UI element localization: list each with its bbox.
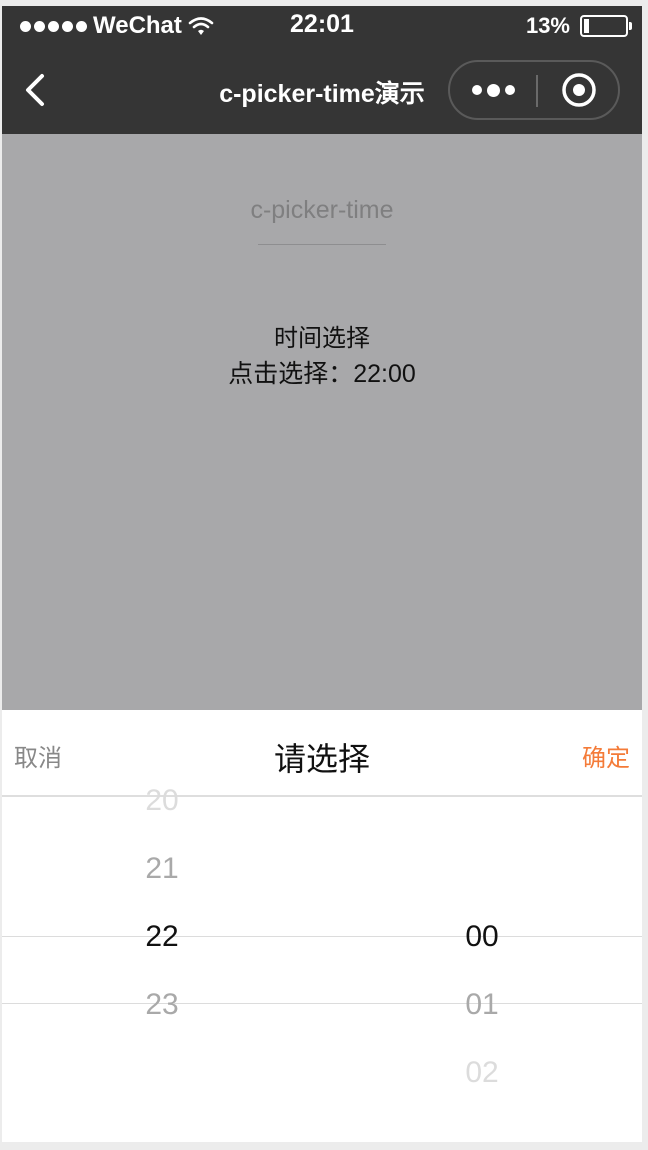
time-picker-trigger[interactable]: 点击选择：22:00 xyxy=(2,354,642,390)
section-label: 时间选择 xyxy=(274,325,370,352)
status-bar: WeChat 22:01 13% xyxy=(2,6,642,46)
wheel-option[interactable]: 00 xyxy=(322,920,642,954)
wheel-option[interactable]: 22 xyxy=(2,920,322,954)
title-underline xyxy=(258,244,386,245)
wheel-option[interactable]: 02 xyxy=(322,1056,642,1090)
navigation-bar: c-picker-time演示 xyxy=(2,46,642,134)
page-title: c-picker-time xyxy=(250,196,394,224)
wheel-option[interactable]: 20 xyxy=(2,784,322,818)
battery-icon xyxy=(580,15,632,37)
close-target-icon[interactable] xyxy=(538,62,620,118)
phone-screen: WeChat 22:01 13% c-picker-time演示 c-picke… xyxy=(2,6,642,1142)
hour-wheel[interactable]: 20 21 22 23 xyxy=(2,784,322,1142)
confirm-button[interactable]: 确定 xyxy=(582,738,630,773)
picker-title: 请选择 xyxy=(273,741,370,777)
minute-wheel[interactable]: 00 01 02 xyxy=(322,797,642,1142)
back-arrow-icon[interactable] xyxy=(16,68,56,112)
more-icon[interactable] xyxy=(450,62,536,118)
battery-percent: 13% xyxy=(525,13,570,38)
status-right: 13% xyxy=(525,12,632,40)
time-picker-sheet: 取消 请选择 确定 20 21 22 23 00 01 02 xyxy=(2,710,642,1142)
wheel-option[interactable]: 21 xyxy=(2,852,322,886)
nav-title: c-picker-time演示 xyxy=(219,80,425,108)
wheel-option[interactable]: 01 xyxy=(322,988,642,1022)
wheel-option[interactable]: 23 xyxy=(2,988,322,1022)
menu-capsule xyxy=(448,60,620,120)
